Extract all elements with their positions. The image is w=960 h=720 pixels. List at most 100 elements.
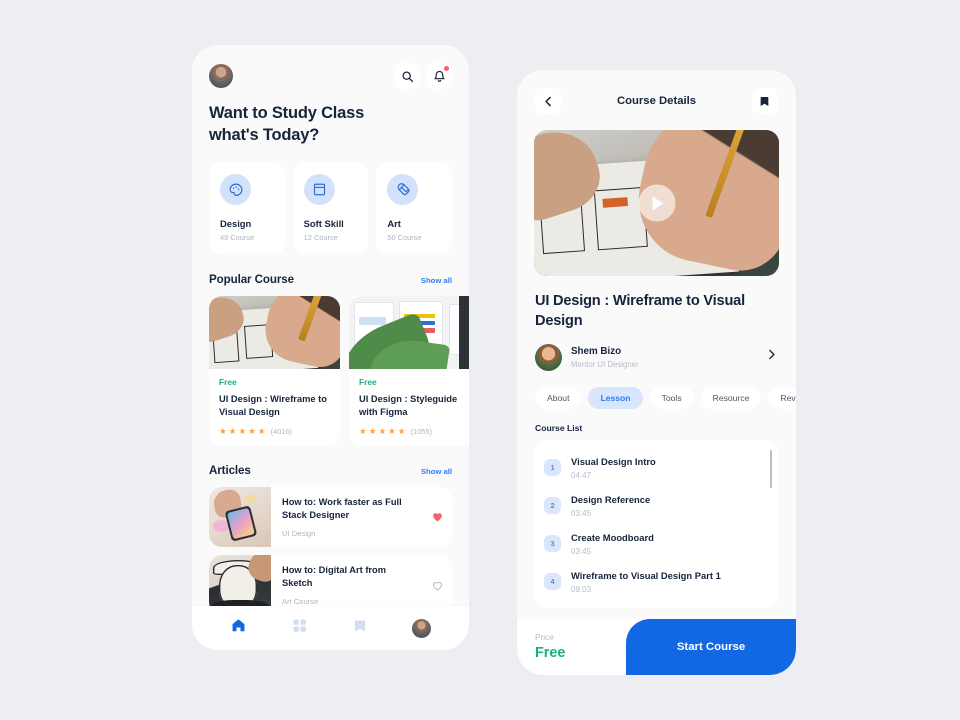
course-card[interactable]: Free UI Design : Styleguide with Figma ★… [349,296,469,446]
mentor-name: Shem Bizo [571,345,622,357]
tab-categories[interactable] [291,617,308,639]
mentor-row[interactable]: Shem Bizo Mentor UI Designer [535,343,778,371]
detail-tabs: About Lesson Tools Resource Revie [535,386,796,409]
search-icon[interactable] [394,63,420,89]
lesson-duration: 03:45 [571,546,592,556]
notification-dot [444,66,449,71]
star-icon: ★ [257,425,266,436]
popular-course-list: Free UI Design : Wireframe to Visual Des… [209,296,469,446]
course-rating: ★ ★ ★ ★ ★ (4016) [219,427,330,436]
show-all-link-popular[interactable]: Show all [421,276,452,285]
list-item[interactable]: 4 Wireframe to Visual Design Part 1 09:0… [544,563,775,601]
lesson-number: 2 [544,497,561,515]
list-item[interactable]: 1 Visual Design Intro 04:47 [544,449,775,487]
price-value: Free [535,645,566,661]
category-name: Art [387,218,401,230]
cube-icon [387,174,419,206]
lesson-list-scrollbar[interactable] [769,449,772,488]
star-icon: ★ [397,425,406,436]
lesson-info: Create Moodboard 03:45 [571,532,654,556]
article-list: How to: Work faster as Full Stack Design… [209,486,452,616]
course-card[interactable]: Free UI Design : Wireframe to Visual Des… [209,296,340,446]
article-title: How to: Digital Art from Sketch [282,564,386,589]
lesson-number: 3 [544,535,561,553]
lesson-name: Wireframe to Visual Design Part 1 [571,569,721,581]
bottom-tab-bar [192,606,469,650]
tab-reviews[interactable]: Revie [768,386,796,409]
category-name: Soft Skill [303,218,344,230]
course-title: UI Design : Styleguide with Figma [359,394,458,418]
headline-line-1: Want to Study Class [209,104,365,122]
lesson-name: Create Moodboard [571,531,654,543]
desk-phone-photo [209,486,271,547]
chevron-left-icon[interactable] [535,88,561,114]
course-list-label: Course List [535,422,583,433]
tab-bookmarks[interactable] [352,618,368,639]
mentor-info: Shem Bizo Mentor UI Designer [571,346,639,369]
lesson-duration: 04:47 [571,470,592,480]
popular-course-header: Popular Course Show all [209,273,452,286]
course-card-body: Free UI Design : Wireframe to Visual Des… [209,369,340,445]
page-title: Want to Study Class what's Today? [209,102,452,146]
grid-icon [293,619,306,632]
tab-lesson[interactable]: Lesson [588,386,643,409]
lesson-duration: 09:03 [571,584,592,594]
lesson-name: Design Reference [571,493,651,505]
course-video-thumbnail[interactable] [534,130,779,276]
bookmark-icon[interactable] [751,88,778,114]
article-category: Art Course [282,597,319,607]
heart-icon-filled[interactable] [422,487,452,547]
course-title: UI Design : Wireframe to Visual Design [535,293,745,329]
bell-icon[interactable] [426,63,452,89]
section-title: Articles [209,463,251,477]
chevron-right-icon[interactable] [765,348,778,366]
mentor-role: Mentor UI Designer [571,359,639,369]
category-card-art[interactable]: Art 50 Course [376,162,453,256]
article-body: How to: Work faster as Full Stack Design… [271,487,422,547]
list-item[interactable]: 5 Wireframe to Visual Design Part 2 [544,601,775,608]
lesson-duration: 03:45 [571,508,592,518]
figma-styleguide-photo [349,296,469,370]
palette-icon [220,174,251,206]
category-card-design[interactable]: Design 49 Course [209,162,285,256]
tab-tools[interactable]: Tools [649,386,694,409]
category-count: 49 Course [220,233,255,243]
user-avatar[interactable] [209,64,233,88]
list-item[interactable]: How to: Work faster as Full Stack Design… [209,486,452,547]
book-icon [303,174,335,206]
tab-profile-avatar[interactable] [412,618,431,638]
home-content: Want to Study Class what's Today? Design [192,45,469,616]
category-list: Design 49 Course Soft Skill 12 Course Ar… [209,162,453,256]
category-count: 12 Course [303,233,338,243]
star-icon: ★ [219,425,227,436]
list-item[interactable]: 3 Create Moodboard 03:45 [544,525,775,563]
star-icon: ★ [228,425,237,436]
tab-home[interactable] [230,617,247,639]
section-title: Popular Course [209,273,294,287]
article-category: UI Design [282,528,316,538]
lesson-list: 1 Visual Design Intro 04:47 2 Design Ref… [534,439,779,608]
course-details-screen: Course Details UI Design : Wireframe to … [517,70,796,675]
category-count: 50 Course [387,233,422,243]
start-course-button[interactable]: Start Course [626,619,796,675]
articles-header: Articles Show all [209,464,452,477]
bookmark-icon [354,620,366,632]
star-icon: ★ [248,425,256,436]
category-name: Design [220,218,252,230]
play-icon[interactable] [638,184,675,222]
show-all-link-articles[interactable]: Show all [421,467,452,476]
course-rating: ★ ★ ★ ★ ★ (1055) [359,427,469,436]
lesson-info: Wireframe to Visual Design Part 1 09:03 [571,570,721,594]
purchase-bar: Price Free Start Course [517,619,796,675]
lesson-name: Visual Design Intro [571,455,656,467]
home-header [209,63,452,89]
lesson-info: Visual Design Intro 04:47 [571,456,656,480]
tab-about[interactable]: About [535,386,582,409]
review-count: (1055) [410,426,432,436]
course-title: UI Design : Wireframe to Visual Design [219,394,327,418]
wireframe-sketch-photo [209,296,340,370]
star-icon: ★ [368,425,377,436]
category-card-soft-skill[interactable]: Soft Skill 12 Course [292,162,369,256]
list-item[interactable]: 2 Design Reference 03:45 [544,487,775,525]
tab-resource[interactable]: Resource [700,386,762,409]
